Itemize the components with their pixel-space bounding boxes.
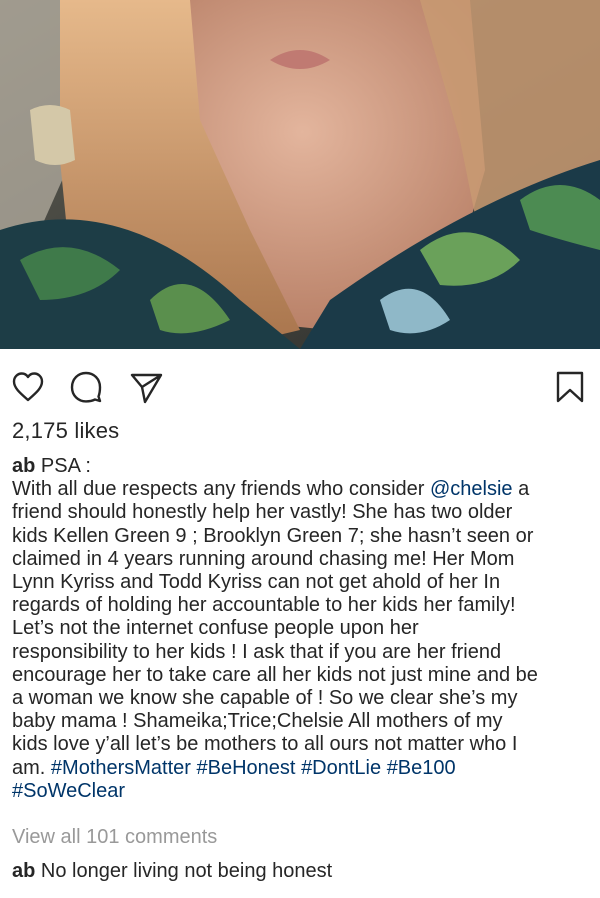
caption-line: With all due respects any friends who co… [12,478,592,501]
caption-line: kids love y’all let’s be mothers to all … [12,733,518,756]
caption-line: kids Kellen Green 9 ; Brooklyn Green 7; … [12,524,534,547]
caption-line: regards of holding her accountable to he… [12,594,516,617]
caption-line: claimed in 4 years running around chasin… [12,547,515,570]
caption-text: a [512,478,530,501]
caption-username[interactable]: ab [12,455,35,477]
caption-line: baby mama ! Shameika;Trice;Chelsie All m… [12,710,503,733]
caption-line: a woman we know she capable of ! So we c… [12,687,518,710]
caption-line: #SoWeClear [12,780,592,803]
comment-username[interactable]: ab [12,860,35,882]
hashtag-link[interactable]: #DontLie [301,757,381,779]
caption-title: PSA : [40,455,91,477]
hashtag-link[interactable]: #MothersMatter [51,757,191,779]
comment-row: ab No longer living not being honest [12,860,332,883]
post-photo[interactable] [0,0,600,349]
caption-text: With all due respects any friends who co… [12,478,430,501]
view-all-comments-link[interactable]: View all 101 comments [12,826,217,849]
post-caption: ab PSA : With all due respects any frien… [12,455,592,803]
caption-line: friend should honestly help her vastly! … [12,501,513,524]
likes-count[interactable]: 2,175 likes [12,418,119,444]
post-action-bar [0,349,600,421]
caption-line: encourage her to take care all her kids … [12,663,538,686]
heart-icon[interactable] [10,369,46,405]
comment-text: No longer living not being honest [40,860,333,882]
mention-link[interactable]: @chelsie [430,478,513,500]
hashtag-link[interactable]: #SoWeClear [12,780,125,802]
share-icon[interactable] [128,369,164,405]
caption-line: Let’s not the internet confuse people up… [12,617,419,640]
hashtag-link[interactable]: #BeHonest [197,757,296,779]
caption-line: responsibility to her kids ! I ask that … [12,640,502,663]
caption-header: ab PSA : [12,455,592,478]
comment-icon[interactable] [68,369,104,405]
caption-text: am. [12,756,51,779]
hashtag-link[interactable]: #Be100 [387,757,456,779]
caption-line: Lynn Kyriss and Todd Kyriss can not get … [12,571,501,594]
bookmark-icon[interactable] [552,369,588,405]
caption-line: am. #MothersMatter #BeHonest #DontLie #B… [12,757,592,780]
